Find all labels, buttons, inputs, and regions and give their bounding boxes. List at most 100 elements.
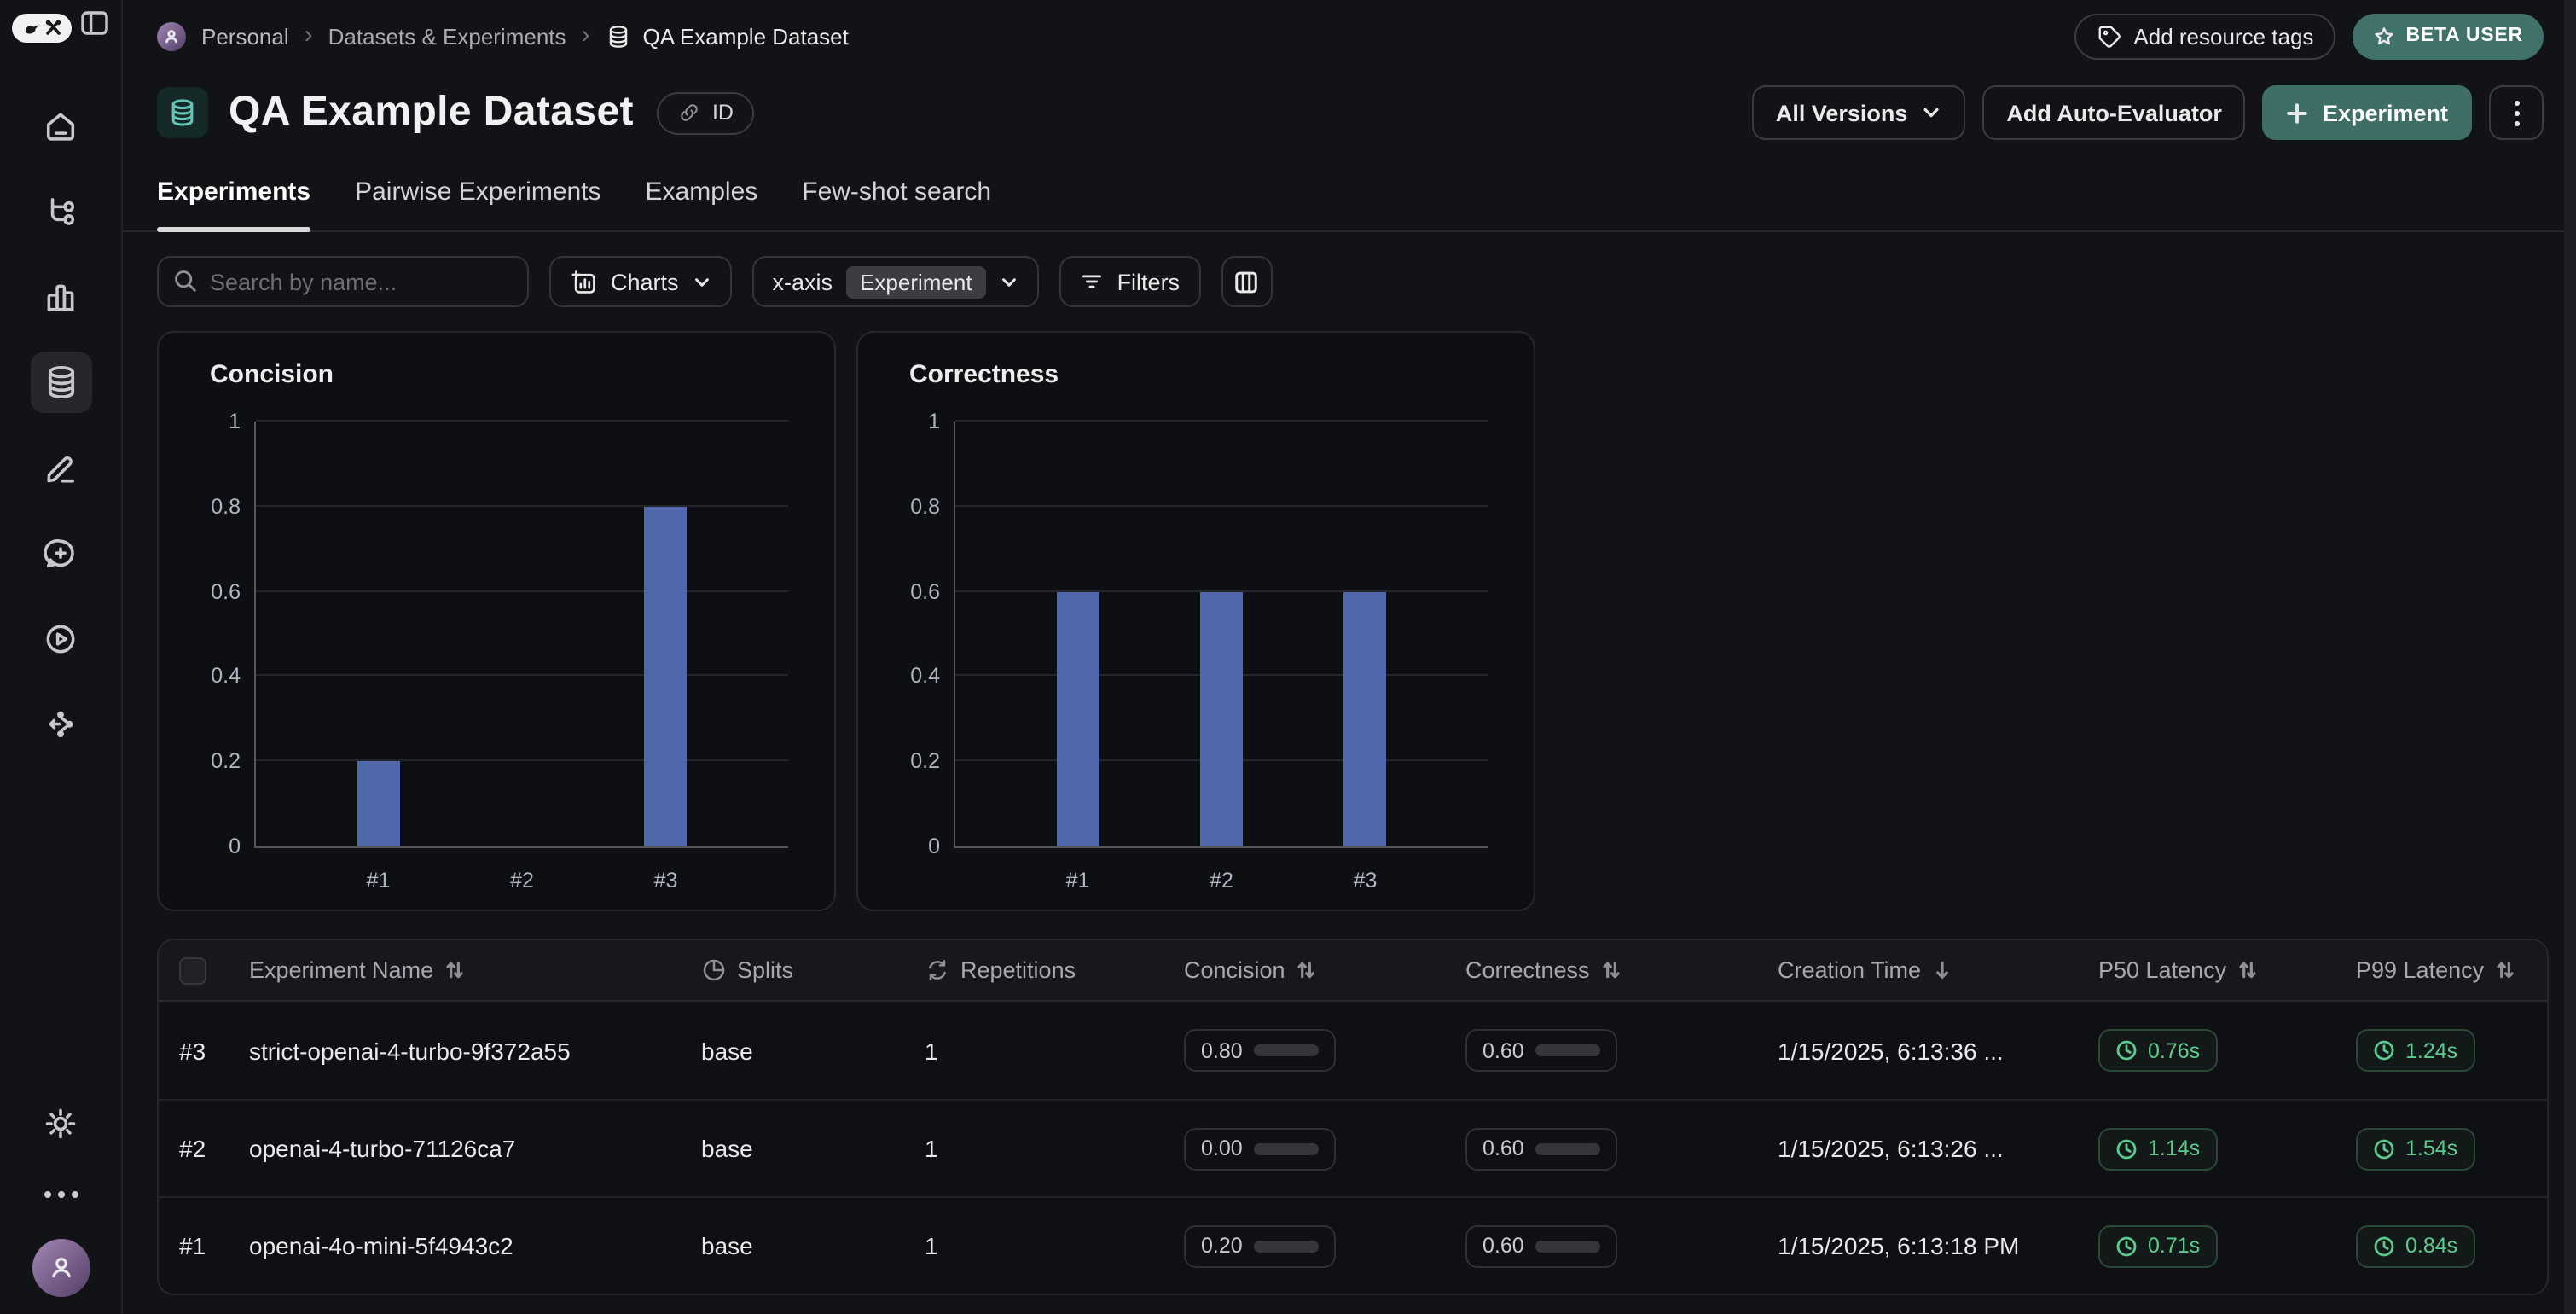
chart-icon xyxy=(570,268,597,295)
breadcrumb-personal[interactable]: Personal xyxy=(201,23,289,49)
chart-title: Correctness xyxy=(909,360,1059,389)
columns-button[interactable] xyxy=(1221,256,1272,307)
kebab-icon xyxy=(2514,100,2519,125)
col-p99-latency[interactable]: P99 Latency xyxy=(2356,957,2547,983)
chevron-down-icon xyxy=(693,272,711,291)
concision-score: 0.80 xyxy=(1184,1029,1337,1072)
bar-#1 xyxy=(357,761,400,846)
gridline xyxy=(256,590,788,591)
y-axis-tick: 0.6 xyxy=(211,579,241,603)
tracing-projects-icon[interactable] xyxy=(40,191,81,232)
experiment-number: #2 xyxy=(179,1135,249,1162)
clock-icon xyxy=(2115,1039,2138,1061)
y-axis-tick: 0.4 xyxy=(910,665,940,689)
clock-icon xyxy=(2115,1235,2138,1257)
clock-icon xyxy=(2115,1137,2138,1160)
chart-card-concision: Concision 00.20.40.60.81#1#2#3 xyxy=(157,331,836,911)
panel-toggle-icon[interactable] xyxy=(80,10,109,44)
datasets-icon[interactable] xyxy=(30,352,91,413)
x-axis-dropdown[interactable]: x-axis Experiment xyxy=(752,256,1039,307)
settings-gear-icon[interactable] xyxy=(43,1106,78,1150)
dataset-icon xyxy=(157,87,208,138)
table-row[interactable]: #1 openai-4o-mini-5f4943c2 base 1 0.20 0… xyxy=(159,1196,2547,1294)
x-axis-tick: #1 xyxy=(367,869,391,892)
playground-icon[interactable] xyxy=(40,618,81,659)
col-correctness[interactable]: Correctness xyxy=(1465,957,1778,983)
more-options-icon[interactable] xyxy=(44,1191,78,1198)
tab-pairwise-experiments[interactable]: Pairwise Experiments xyxy=(355,174,600,230)
y-axis-tick: 1 xyxy=(928,410,940,433)
correctness-score: 0.60 xyxy=(1465,1127,1618,1170)
col-repetitions[interactable]: Repetitions xyxy=(925,957,1184,983)
split-value: base xyxy=(701,1232,925,1259)
topbar: Personal › Datasets & Experiments › QA E… xyxy=(123,10,2564,61)
p50-latency-badge: 0.76s xyxy=(2098,1029,2217,1072)
y-axis-tick: 0 xyxy=(229,834,241,858)
col-p50-latency[interactable]: P50 Latency xyxy=(2098,957,2356,983)
vertical-scrollbar[interactable] xyxy=(2564,0,2576,1314)
gridline xyxy=(256,675,788,677)
experiment-name[interactable]: openai-4o-mini-5f4943c2 xyxy=(249,1232,701,1259)
score-bar xyxy=(1536,1142,1601,1154)
table-row[interactable]: #2 openai-4-turbo-71126ca7 base 1 0.00 0… xyxy=(159,1099,2547,1196)
y-axis-tick: 1 xyxy=(229,410,241,433)
col-experiment-name[interactable]: Experiment Name xyxy=(249,957,701,983)
col-splits[interactable]: Splits xyxy=(701,957,925,983)
user-avatar[interactable] xyxy=(32,1239,90,1297)
gridline xyxy=(256,505,788,507)
experiment-number: #1 xyxy=(179,1232,249,1259)
sort-icon xyxy=(1296,959,1318,981)
split-value: base xyxy=(701,1037,925,1064)
gridline xyxy=(256,420,788,422)
clock-icon xyxy=(2373,1137,2395,1160)
bar-#3 xyxy=(1343,591,1386,846)
breadcrumb-datasets-experiments[interactable]: Datasets & Experiments xyxy=(328,23,566,49)
experiment-name[interactable]: openai-4-turbo-71126ca7 xyxy=(249,1135,701,1162)
col-concision[interactable]: Concision xyxy=(1184,957,1465,983)
y-axis-tick: 0 xyxy=(928,834,940,858)
search-input[interactable] xyxy=(157,256,529,307)
p99-latency-badge: 1.54s xyxy=(2356,1127,2474,1170)
main-area: Personal › Datasets & Experiments › QA E… xyxy=(123,0,2564,1314)
filters-button[interactable]: Filters xyxy=(1059,256,1201,307)
add-resource-tags-label: Add resource tags xyxy=(2133,23,2313,49)
creation-time: 1/15/2025, 6:13:26 ... xyxy=(1778,1135,2098,1162)
add-auto-evaluator-button[interactable]: Add Auto-Evaluator xyxy=(1982,85,2246,140)
charts-dropdown[interactable]: Charts xyxy=(549,256,732,307)
copy-id-button[interactable]: ID xyxy=(658,91,754,134)
langsmith-logo-icon[interactable] xyxy=(12,13,72,42)
chart-card-correctness: Correctness 00.20.40.60.81#1#2#3 xyxy=(856,331,1535,911)
plus-icon xyxy=(2287,102,2309,124)
tab-few-shot-search[interactable]: Few-shot search xyxy=(802,174,991,230)
tab-experiments[interactable]: Experiments xyxy=(157,174,310,230)
app-root: Personal › Datasets & Experiments › QA E… xyxy=(0,0,2576,1314)
correctness-bar-chart: 00.20.40.60.81#1#2#3 xyxy=(954,422,1488,848)
tab-examples[interactable]: Examples xyxy=(646,174,758,230)
bar-#3 xyxy=(644,507,687,846)
charts-row: Concision 00.20.40.60.81#1#2#3 Correctne… xyxy=(157,331,2547,911)
add-resource-tags-button[interactable]: Add resource tags xyxy=(2074,13,2335,59)
monitoring-icon[interactable] xyxy=(40,276,81,317)
new-experiment-button[interactable]: Experiment xyxy=(2263,85,2472,140)
more-actions-button[interactable] xyxy=(2489,85,2544,140)
experiments-table: Experiment Name Splits Repetitions Conci… xyxy=(157,939,2549,1295)
y-axis-tick: 0.8 xyxy=(910,495,940,519)
annotation-queues-icon[interactable] xyxy=(40,447,81,488)
chevron-right-icon: › xyxy=(582,21,590,50)
p99-latency-badge: 0.84s xyxy=(2356,1224,2474,1267)
search-icon xyxy=(172,268,198,294)
experiment-name[interactable]: strict-openai-4-turbo-9f372a55 xyxy=(249,1037,701,1064)
home-icon[interactable] xyxy=(40,106,81,147)
deployments-icon[interactable] xyxy=(40,703,81,744)
sort-icon xyxy=(1600,959,1622,981)
table-row[interactable]: #3 strict-openai-4-turbo-9f372a55 base 1… xyxy=(159,1002,2547,1099)
select-all-checkbox[interactable] xyxy=(179,956,206,984)
all-versions-dropdown[interactable]: All Versions xyxy=(1752,85,1966,140)
repetitions-value: 1 xyxy=(925,1232,1184,1259)
chevron-right-icon: › xyxy=(305,21,313,50)
creation-time: 1/15/2025, 6:13:36 ... xyxy=(1778,1037,2098,1064)
chat-add-icon[interactable] xyxy=(40,532,81,573)
workspace-avatar[interactable] xyxy=(157,21,186,50)
col-creation-time[interactable]: Creation Time xyxy=(1778,957,2098,983)
correctness-score: 0.60 xyxy=(1465,1029,1618,1072)
